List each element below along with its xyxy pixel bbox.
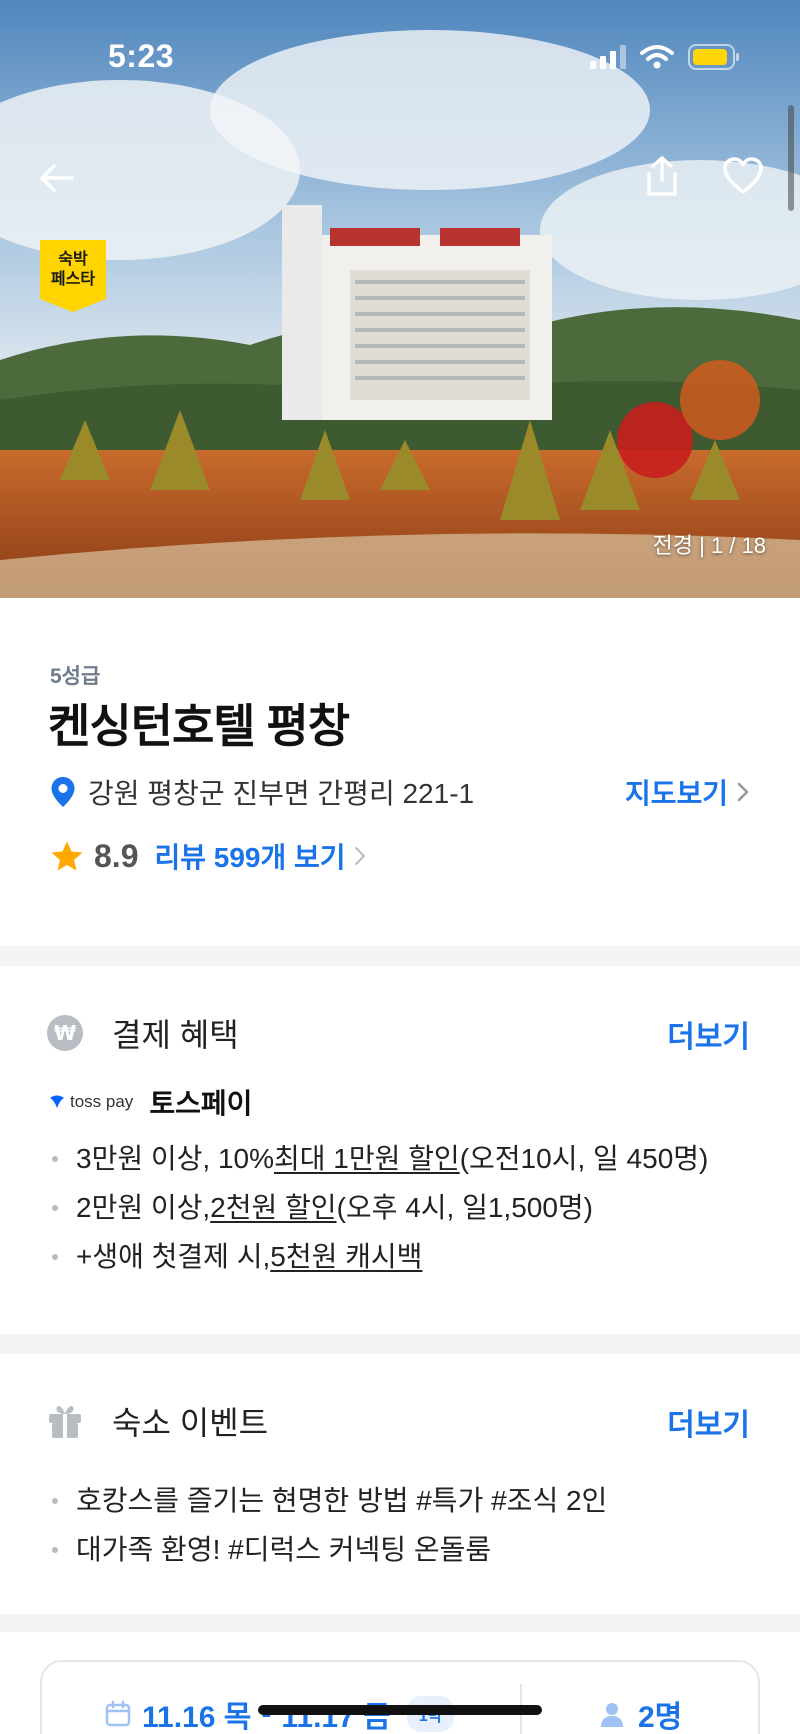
rating-score: 8.9 (94, 837, 139, 874)
bullet-dot (52, 1204, 58, 1211)
cellular-signal-icon (590, 45, 626, 69)
share-button[interactable] (634, 148, 690, 204)
map-view-label: 지도보기 (624, 778, 728, 809)
guest-selector[interactable]: 2명 (598, 1692, 682, 1734)
won-coin-icon: ₩ (47, 1015, 83, 1051)
events-header: 숙소 이벤트 (46, 1398, 268, 1444)
benefit-highlight: 2천원 할인 (210, 1192, 337, 1223)
bullet-dot (52, 1546, 58, 1553)
payment-more-button[interactable]: 더보기 (667, 1012, 750, 1056)
guest-count: 2명 (638, 1701, 683, 1734)
tosspay-logo-text: toss pay (70, 1092, 134, 1111)
payment-header: ₩ 결제 혜택 (46, 1010, 239, 1056)
event-list: 호캉스를 즐기는 현명한 방법 #특가 #조식 2인 대가족 환영! #디럭스 … (52, 1476, 607, 1574)
back-arrow-icon (40, 164, 74, 192)
home-indicator[interactable] (258, 1705, 542, 1715)
tosspay-name: 토스페이 (149, 1088, 253, 1119)
scrollbar[interactable] (788, 105, 794, 211)
photo-counter: 전경 | 1 / 18 (652, 533, 766, 558)
calendar-icon (105, 1700, 131, 1727)
heart-icon (723, 157, 763, 194)
address-row: 강원 평창군 진부면 간평리 221-1 (50, 772, 474, 812)
share-icon (647, 156, 677, 196)
event-text: 대가족 환영! #디럭스 커넥팅 온돌룸 (76, 1534, 492, 1565)
list-item[interactable]: 호캉스를 즐기는 현명한 방법 #특가 #조식 2인 (52, 1476, 607, 1525)
badge-line-1: 숙박 (58, 251, 88, 268)
hotel-info: 5성급 켄싱턴호텔 평창 강원 평창군 진부면 간평리 221-1 지도보기 8… (0, 598, 800, 946)
events-more-button[interactable]: 더보기 (667, 1400, 750, 1444)
person-icon (601, 1703, 623, 1727)
bullet-dot (52, 1155, 58, 1162)
tosspay-logo: toss pay (48, 1092, 133, 1112)
list-item: 2만원 이상, 2천원 할인 (오후 4시, 일1,500명) (52, 1183, 708, 1232)
hotel-grade: 5성급 (50, 665, 101, 688)
gift-icon (49, 1405, 81, 1438)
list-item: +생애 첫결제 시, 5천원 캐시백 (52, 1232, 708, 1281)
badge-line-2: 페스타 (50, 271, 96, 288)
booking-selector-card[interactable]: 11.16 목 - 11.17 금 1박 2명 (40, 1660, 760, 1734)
back-button[interactable] (28, 150, 84, 206)
status-time: 5:23 (108, 38, 175, 74)
event-text: 호캉스를 즐기는 현명한 방법 #특가 #조식 2인 (76, 1485, 608, 1516)
hotel-events-section: 숙소 이벤트 더보기 호캉스를 즐기는 현명한 방법 #특가 #조식 2인 대가… (0, 1354, 800, 1614)
review-link[interactable]: 리뷰 599개 보기 (154, 836, 365, 876)
events-title: 숙소 이벤트 (112, 1405, 269, 1441)
payment-title: 결제 혜택 (112, 1017, 239, 1053)
chevron-right-icon (354, 847, 365, 865)
hotel-address: 강원 평창군 진부면 간평리 221-1 (88, 778, 475, 809)
chevron-right-icon (737, 782, 749, 802)
list-item[interactable]: 대가족 환영! #디럭스 커넥팅 온돌룸 (52, 1525, 607, 1574)
checkin-date: 11.16 목 (142, 1701, 252, 1734)
bullet-dot (52, 1253, 58, 1260)
wifi-icon (640, 45, 674, 69)
section-divider (0, 1334, 800, 1354)
tosspay-mark-icon (50, 1095, 64, 1108)
star-icon (51, 841, 83, 871)
payment-benefit-list: 3만원 이상, 10% 최대 1만원 할인 (오전10시, 일 450명) 2만원… (52, 1134, 708, 1281)
hotel-name: 켄싱턴호텔 평창 (48, 700, 350, 752)
section-divider (0, 1614, 800, 1632)
benefit-highlight: 5천원 캐시백 (270, 1241, 423, 1272)
festa-badge: 숙박 페스타 (40, 240, 106, 312)
svg-text:₩: ₩ (54, 1021, 76, 1045)
benefit-highlight: 최대 1만원 할인 (274, 1143, 460, 1174)
map-view-link[interactable]: 지도보기 (625, 772, 750, 812)
battery-icon (688, 44, 739, 70)
tosspay-row: toss pay 토스페이 (48, 1082, 252, 1122)
bullet-dot (52, 1497, 58, 1504)
status-bar: 5:23 (0, 0, 800, 110)
hero-image[interactable]: 5:23 숙박 페스타 전경 | 1 / 18 (0, 0, 800, 598)
review-link-label: 리뷰 599개 보기 (154, 842, 346, 873)
favorite-button[interactable] (715, 148, 771, 204)
section-divider (0, 946, 800, 966)
payment-benefits-section: ₩ 결제 혜택 더보기 toss pay 토스페이 3만원 이상, 10% 최대… (0, 966, 800, 1334)
location-pin-icon (51, 777, 75, 807)
list-item: 3만원 이상, 10% 최대 1만원 할인 (오전10시, 일 450명) (52, 1134, 708, 1183)
rating-row: 8.9 리뷰 599개 보기 (50, 836, 366, 876)
